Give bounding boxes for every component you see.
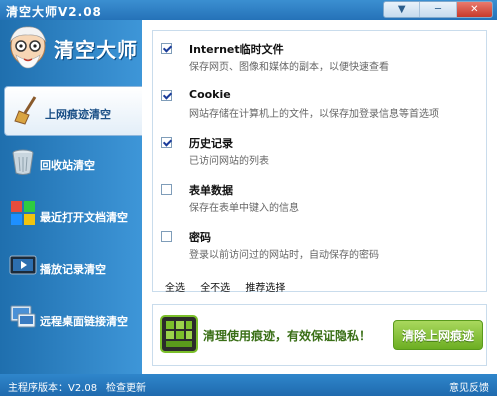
clean-internet-traces-button[interactable]: 清除上网痕迹 <box>393 320 483 350</box>
broom-icon <box>14 96 37 125</box>
sidebar-item-label: 最近打开文档清空 <box>40 211 128 224</box>
selection-links: 全选 全不选 推荐选择 <box>165 279 297 294</box>
option-title: 表单数据 <box>189 184 233 197</box>
option-description: 已访问网站的列表 <box>189 156 269 167</box>
check-update-link[interactable]: 检查更新 <box>106 379 146 394</box>
window-title: 清空大师V2.08 <box>6 5 102 19</box>
options-panel: Internet临时文件 保存网页、图像和媒体的副本，以便快速查看 Cookie… <box>152 30 487 292</box>
action-box: 清理使用痕迹，有效保证隐私！ 清除上网痕迹 <box>152 304 487 366</box>
remote-desktop-icon <box>10 305 36 328</box>
select-none-link[interactable]: 全不选 <box>200 283 230 294</box>
checkbox[interactable] <box>161 137 172 148</box>
privacy-slogan: 清理使用痕迹，有效保证隐私！ <box>203 329 372 343</box>
sidebar-item-label: 回收站清空 <box>40 159 95 172</box>
select-all-link[interactable]: 全选 <box>165 283 185 294</box>
title-bar: 清空大师V2.08 ▼ ─ ✕ <box>0 0 497 20</box>
recycle-bin-icon <box>12 149 34 175</box>
media-player-icon <box>9 255 37 275</box>
checkbox[interactable] <box>161 43 172 54</box>
option-title: 密码 <box>189 231 211 244</box>
recommended-select-link[interactable]: 推荐选择 <box>245 283 285 294</box>
feedback-link[interactable]: 意见反馈 <box>449 379 489 394</box>
sidebar-item-label: 上网痕迹清空 <box>45 108 111 121</box>
option-title: Cookie <box>189 88 231 101</box>
sidebar-item-label: 播放记录清空 <box>40 263 106 276</box>
option-description: 登录以前访问过的网站时，自动保存的密码 <box>189 250 379 261</box>
menu-dropdown-button[interactable]: ▼ <box>384 2 421 17</box>
status-bar: 主程序版本：V2.08 检查更新 意见反馈 <box>0 374 497 396</box>
version-label: 主程序版本：V2.08 <box>8 383 98 394</box>
sidebar-item-internet-traces[interactable]: 上网痕迹清空 <box>4 86 144 136</box>
close-button[interactable]: ✕ <box>456 2 492 17</box>
sidebar-item-remote-desktop[interactable]: 远程桌面链接清空 <box>0 294 142 344</box>
privacy-shield-icon <box>160 315 198 353</box>
sidebar-item-play-history[interactable]: 播放记录清空 <box>0 242 142 292</box>
brand-name: 清空大师 <box>54 38 138 62</box>
option-description: 保存网页、图像和媒体的副本，以便快速查看 <box>189 62 389 73</box>
sidebar-item-label: 远程桌面链接清空 <box>40 315 128 328</box>
checkbox[interactable] <box>161 231 172 242</box>
option-description: 保存在表单中键入的信息 <box>189 203 299 214</box>
sidebar-item-recent-documents[interactable]: 最近打开文档清空 <box>0 190 142 240</box>
sidebar-item-recycle-bin[interactable]: 回收站清空 <box>0 138 142 188</box>
windows-logo-icon <box>11 201 35 225</box>
minimize-button[interactable]: ─ <box>420 2 457 17</box>
option-description: 网站存储在计算机上的文件，以保存加登录信息等首选项 <box>189 109 439 120</box>
option-title: 历史记录 <box>189 137 233 150</box>
window-controls: ▼ ─ ✕ <box>383 1 493 18</box>
logo: 清空大师 <box>0 20 142 82</box>
checkbox[interactable] <box>161 90 172 101</box>
checkbox[interactable] <box>161 184 172 195</box>
professor-mascot-icon <box>9 26 47 69</box>
main-content: Internet临时文件 保存网页、图像和媒体的副本，以便快速查看 Cookie… <box>142 20 497 374</box>
option-title: Internet临时文件 <box>189 43 284 56</box>
sidebar: 清空大师 上网痕迹清空 回收站清空 最近打开文档清空 播放记录清空 远程桌面链接… <box>0 20 144 374</box>
